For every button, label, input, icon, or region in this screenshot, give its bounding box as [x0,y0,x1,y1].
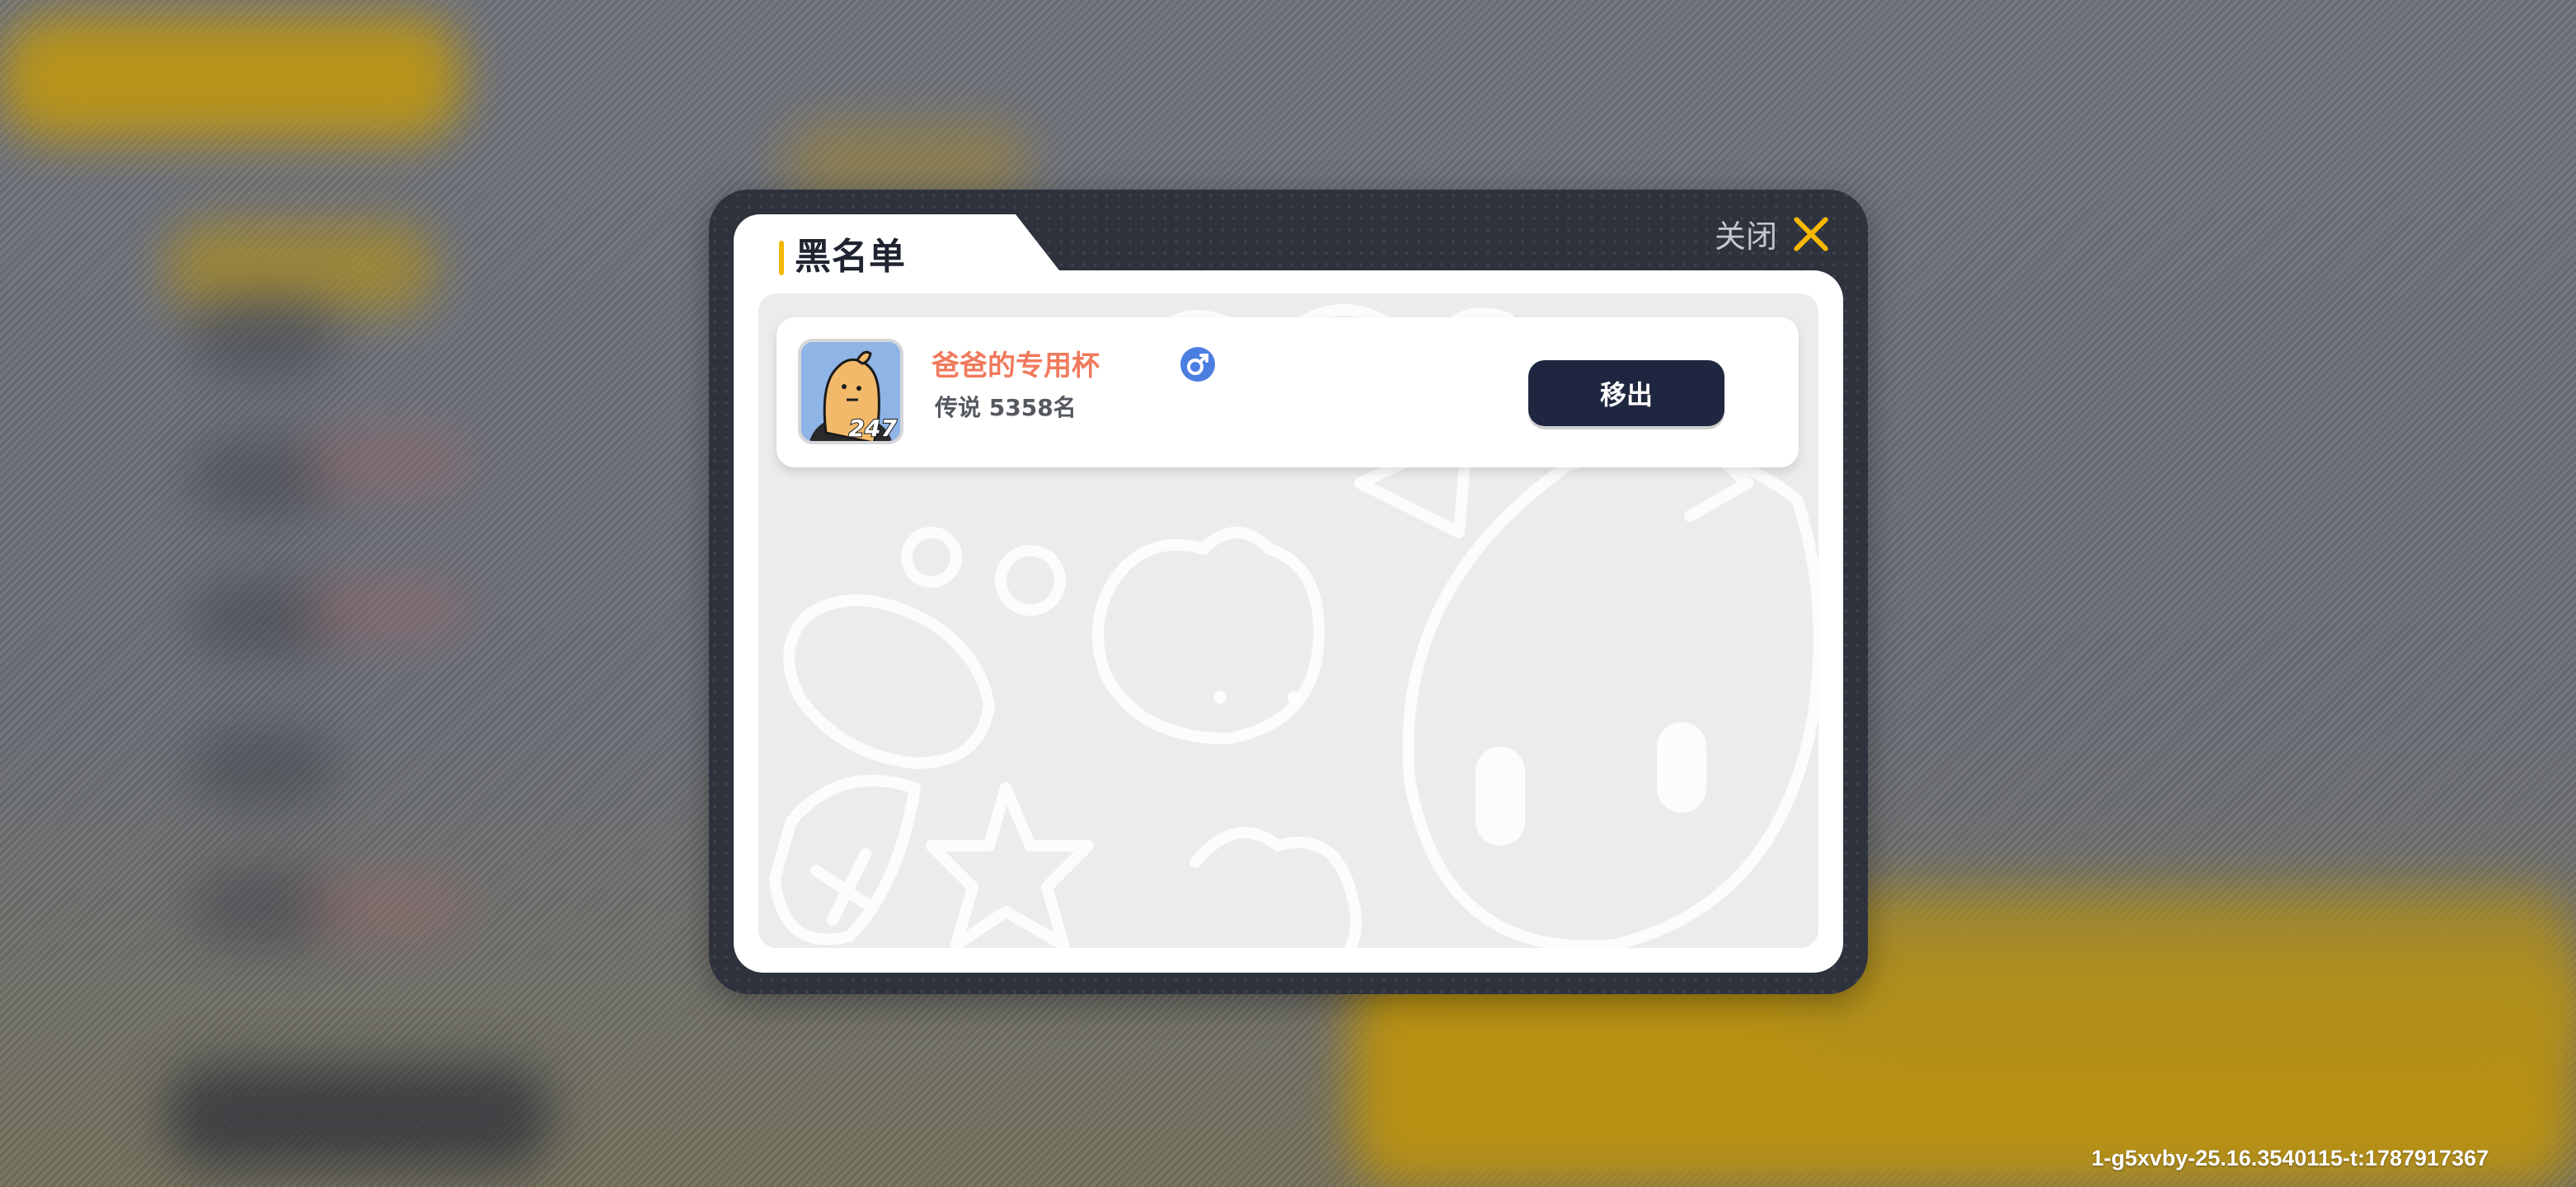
dialog-title: 黑名单 [795,236,906,278]
avatar[interactable]: 247 [798,339,903,444]
male-icon [1180,347,1215,382]
close-icon [1792,214,1830,252]
close-button[interactable]: 关闭 [1715,208,1830,259]
close-label: 关闭 [1714,218,1777,255]
build-info: 1-g5xvby-25.16.3540115-t:1787917367 [2091,1146,2489,1171]
avatar-level-badge: 247 [848,415,898,442]
list-item: 247 爸爸的专用杯 传说 5358名 移出 [777,317,1799,467]
blacklist-dialog: 黑名单 关闭 247 爸爸的专用杯 传说 5358名 移出 [709,190,1868,994]
player-rank: 传说 5358名 [935,394,1077,421]
title-accent-bar [779,241,784,275]
player-name: 爸爸的专用杯 [931,350,1100,382]
remove-button[interactable]: 移出 [1528,360,1724,426]
